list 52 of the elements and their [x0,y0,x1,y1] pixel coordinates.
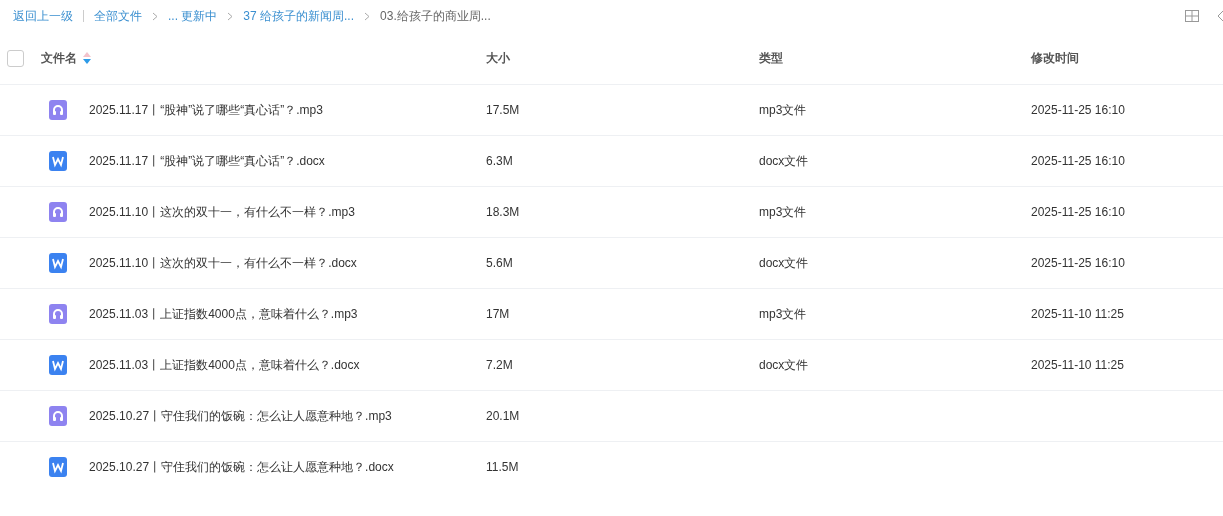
file-size: 17.5M [486,103,521,117]
headphones-file-icon [48,201,68,223]
file-type: mp3文件 [759,101,808,119]
file-type: docx文件 [759,152,810,170]
file-size: 17M [486,307,511,321]
headphones-file-icon [48,405,68,427]
file-size: 6.3M [486,154,514,168]
back-link[interactable]: 返回上一级 [13,7,73,25]
file-name[interactable]: 2025.11.17丨“股神”说了哪些“真心话”？.docx [89,152,325,170]
column-header[interactable]: 修改时间 [1031,49,1079,67]
file-size: 5.6M [486,256,514,270]
file-name[interactable]: 2025.10.27丨守住我们的饭碗：怎么让人愿意种地？.mp3 [89,407,392,425]
file-name[interactable]: 2025.11.10丨这次的双十一，有什么不一样？.mp3 [89,203,355,221]
file-size: 20.1M [486,409,521,423]
breadcrumb-link[interactable]: 03.给孩子的商业周... [380,7,491,25]
column-header[interactable]: 大小 [486,49,510,67]
file-name[interactable]: 2025.10.27丨守住我们的饭碗：怎么让人愿意种地？.docx [89,458,394,476]
sort-icon[interactable] [83,52,91,64]
file-size: 18.3M [486,205,521,219]
grid-view-icon[interactable] [1185,10,1199,22]
file-name[interactable]: 2025.11.10丨这次的双十一，有什么不一样？.docx [89,254,357,272]
file-size: 7.2M [486,358,514,372]
word-file-icon [48,456,68,478]
column-header[interactable]: 文件名 [41,49,77,67]
breadcrumb-link[interactable]: ... 更新中 [168,7,218,25]
breadcrumb-link[interactable]: 37 给孩子的新闻周... [243,7,355,25]
file-type: mp3文件 [759,305,808,323]
file-name[interactable]: 2025.11.03丨上证指数4000点，意味着什么？.mp3 [89,305,358,323]
file-name[interactable]: 2025.11.03丨上证指数4000点，意味着什么？.docx [89,356,360,374]
chevron-right-icon [152,11,158,21]
modified-time: 2025-11-25 16:10 [1031,103,1126,117]
chevron-right-icon [227,11,234,21]
column-header[interactable]: 类型 [759,49,783,67]
chevron-left-icon[interactable] [1217,10,1223,22]
modified-time: 2025-11-25 16:10 [1031,154,1126,168]
word-file-icon [48,252,68,274]
breadcrumb-link[interactable]: 全部文件 [94,7,142,25]
word-file-icon [48,150,68,172]
modified-time: 2025-11-25 16:10 [1031,256,1126,270]
modified-time: 2025-11-25 16:10 [1031,205,1126,219]
file-name[interactable]: 2025.11.17丨“股神”说了哪些“真心话”？.mp3 [89,101,323,119]
modified-time: 2025-11-10 11:25 [1031,358,1125,372]
headphones-file-icon [48,303,68,325]
word-file-icon [48,354,68,376]
headphones-file-icon [48,99,68,121]
chevron-right-icon [364,11,371,21]
modified-time: 2025-11-10 11:25 [1031,307,1125,321]
file-size: 11.5M [486,460,520,474]
file-type: docx文件 [759,356,810,374]
select-all-checkbox[interactable] [7,49,24,67]
file-type: docx文件 [759,254,810,272]
file-type: mp3文件 [759,203,808,221]
